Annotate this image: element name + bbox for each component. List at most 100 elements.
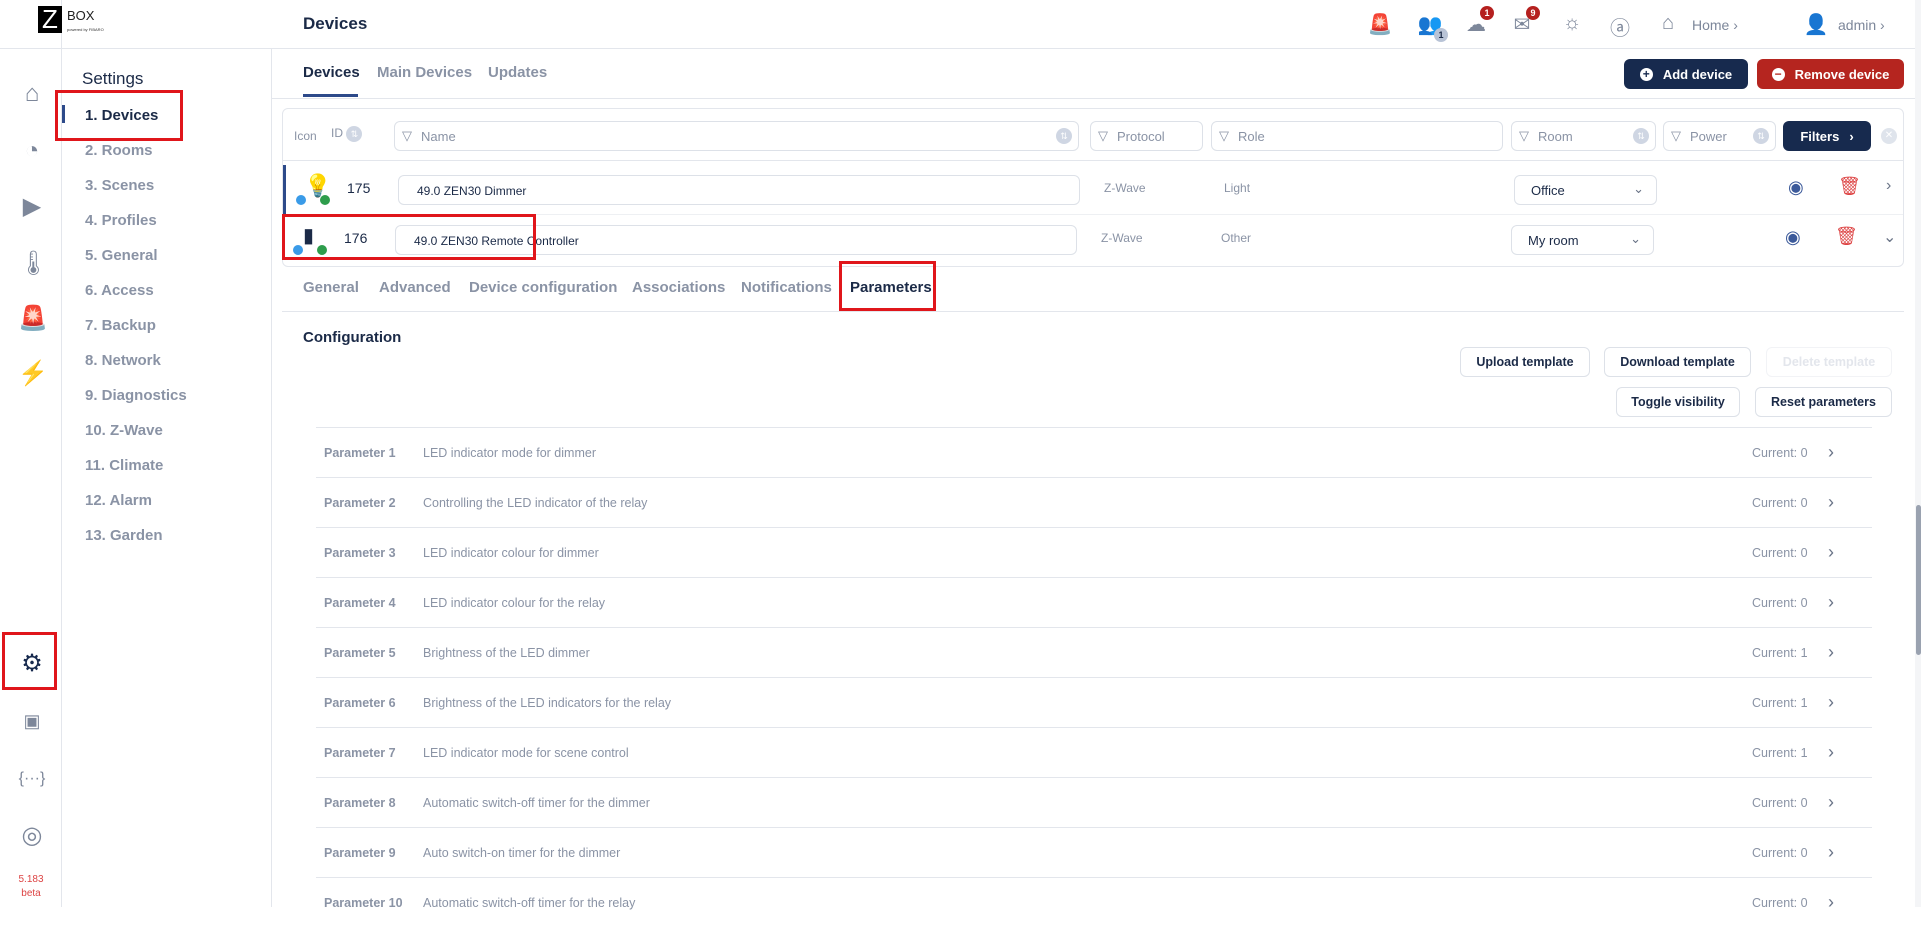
toggle-visibility-button[interactable]: Toggle visibility — [1616, 387, 1740, 417]
subtab-notifications[interactable]: Notifications — [741, 279, 832, 296]
add-device-button[interactable]: + Add device — [1624, 59, 1748, 89]
chevron-right-icon[interactable]: › — [1828, 742, 1834, 763]
alarm-icon[interactable]: 🚨 — [1366, 12, 1394, 36]
protocol-filter-input[interactable]: ▽ Protocol — [1090, 121, 1203, 151]
terminal-icon[interactable]: ▣ — [18, 707, 46, 735]
download-template-button[interactable]: Download template — [1604, 347, 1751, 377]
room-filter-input[interactable]: ▽ Room ⇅ — [1511, 121, 1656, 151]
parameter-current: Current: 1 — [1752, 746, 1808, 760]
users-badge: 1 — [1434, 28, 1448, 42]
energy-icon[interactable]: ⚡ — [18, 360, 48, 388]
mail-icon[interactable]: ✉ 9 — [1508, 6, 1540, 36]
chevron-right-icon[interactable]: › — [1828, 842, 1834, 863]
room-select[interactable]: Office ⌄ — [1514, 175, 1657, 205]
alarm-icon[interactable]: 🚨 — [18, 305, 48, 333]
sidebar-item-scenes[interactable]: 3. Scenes — [85, 177, 154, 194]
thermometer-icon[interactable]: 🌡 — [18, 250, 48, 278]
chevron-right-icon[interactable]: › — [1828, 442, 1834, 463]
parameter-row[interactable]: Parameter 1 LED indicator mode for dimmer… — [316, 427, 1872, 477]
home-link[interactable]: Home › — [1692, 17, 1738, 33]
trash-icon[interactable]: 🗑 — [1838, 176, 1861, 197]
sidebar-item-rooms[interactable]: 2. Rooms — [85, 142, 153, 159]
parameter-row[interactable]: Parameter 6 Brightness of the LED indicat… — [316, 677, 1872, 727]
parameter-row[interactable]: Parameter 9 Auto switch-on timer for the … — [316, 827, 1872, 877]
filters-button[interactable]: Filters › — [1783, 121, 1871, 151]
sidebar-item-climate[interactable]: 11. Climate — [85, 457, 163, 474]
sidebar-item-network[interactable]: 8. Network — [85, 352, 161, 369]
chevron-right-icon[interactable]: › — [1828, 792, 1834, 813]
room-select[interactable]: My room ⌄ — [1511, 225, 1654, 255]
play-icon[interactable]: ▶ — [18, 193, 46, 221]
collapse-icon[interactable]: ⓐ — [1606, 12, 1634, 40]
parameter-row[interactable]: Parameter 3 LED indicator colour for dimm… — [316, 527, 1872, 577]
trash-icon[interactable]: 🗑 — [1835, 226, 1858, 247]
support-icon[interactable]: ◎ — [18, 822, 46, 850]
sidebar-item-profiles[interactable]: 4. Profiles — [85, 212, 157, 229]
chevron-down-icon[interactable]: ⌄ — [1883, 227, 1896, 247]
sidebar-item-devices[interactable]: 1. Devices — [85, 107, 158, 124]
clear-filters-icon[interactable]: ✕ — [1881, 128, 1897, 144]
sun-icon[interactable]: ☼ — [1558, 12, 1586, 36]
home-icon[interactable]: ⌂ — [1654, 12, 1682, 36]
sidebar-item-zwave[interactable]: 10. Z-Wave — [85, 422, 163, 439]
sort-icon[interactable]: ⇅ — [1753, 128, 1769, 144]
sidebar-item-general[interactable]: 5. General — [85, 247, 158, 264]
parameter-row[interactable]: Parameter 2 Controlling the LED indicator… — [316, 477, 1872, 527]
chevron-right-icon[interactable]: › — [1828, 692, 1834, 713]
sort-icon[interactable]: ⇅ — [1056, 128, 1072, 144]
parameter-row[interactable]: Parameter 4 LED indicator colour for the … — [316, 577, 1872, 627]
role-filter-input[interactable]: ▽ Role — [1211, 121, 1503, 151]
subtab-parameters[interactable]: Parameters — [850, 279, 932, 296]
scrollbar-track[interactable] — [1915, 0, 1921, 907]
reset-parameters-button[interactable]: Reset parameters — [1755, 387, 1892, 417]
delete-template-button: Delete template — [1766, 347, 1892, 377]
power-filter-input[interactable]: ▽ Power ⇅ — [1663, 121, 1776, 151]
eye-icon[interactable]: ◉ — [1788, 177, 1804, 198]
tab-updates[interactable]: Updates — [488, 64, 547, 81]
table-row[interactable]: 💡 175 49.0 ZEN30 Dimmer Z-Wave Light Off… — [283, 165, 1903, 214]
chevron-right-icon[interactable]: › — [1886, 177, 1891, 195]
parameter-row[interactable]: Parameter 7 LED indicator mode for scene … — [316, 727, 1872, 777]
upload-template-button[interactable]: Upload template — [1460, 347, 1590, 377]
chevron-right-icon[interactable]: › — [1828, 492, 1834, 513]
user-icon[interactable]: 👤 — [1802, 12, 1830, 36]
cloud-download-icon[interactable]: ☁ 1 — [1462, 6, 1494, 36]
chevron-right-icon[interactable]: › — [1828, 642, 1834, 663]
user-menu[interactable]: admin › — [1838, 17, 1885, 33]
device-name-input[interactable]: 49.0 ZEN30 Remote Controller — [395, 225, 1077, 255]
remove-device-button[interactable]: − Remove device — [1757, 59, 1904, 89]
settings-icon[interactable]: ⚙ — [18, 650, 46, 678]
eye-icon[interactable]: ◉ — [1785, 227, 1801, 248]
parameter-row[interactable]: Parameter 10 Automatic switch-off timer f… — [316, 877, 1872, 927]
scrollbar-thumb[interactable] — [1916, 505, 1921, 655]
zbox-logo[interactable]: Z BOX powered by FIBARO — [38, 6, 124, 36]
tab-devices[interactable]: Devices — [303, 64, 360, 81]
device-name-input[interactable]: 49.0 ZEN30 Dimmer — [398, 175, 1080, 205]
subtab-general[interactable]: General — [303, 279, 359, 296]
parameter-row[interactable]: Parameter 8 Automatic switch-off timer fo… — [316, 777, 1872, 827]
sidebar-item-backup[interactable]: 7. Backup — [85, 317, 156, 334]
chevron-right-icon[interactable]: › — [1828, 542, 1834, 563]
sidebar-item-garden[interactable]: 13. Garden — [85, 527, 163, 544]
scheduler-icon[interactable]: ◔ — [18, 137, 46, 165]
chevron-down-icon: ⌄ — [1630, 231, 1641, 246]
api-icon[interactable]: {···} — [18, 765, 46, 793]
id-column-sort[interactable]: ID ⇅ — [331, 126, 363, 142]
name-filter-input[interactable]: ▽ Name ⇅ — [394, 121, 1079, 151]
sidebar-item-diagnostics[interactable]: 9. Diagnostics — [85, 387, 187, 404]
tab-main-devices[interactable]: Main Devices — [377, 64, 472, 81]
subtab-associations[interactable]: Associations — [632, 279, 725, 296]
users-icon[interactable]: 👥 1 — [1416, 12, 1448, 42]
parameter-row[interactable]: Parameter 5 Brightness of the LED dimmer C… — [316, 627, 1872, 677]
sort-icon[interactable]: ⇅ — [1633, 128, 1649, 144]
active-indicator — [62, 105, 65, 123]
subtab-device-configuration[interactable]: Device configuration — [469, 279, 617, 296]
home-icon[interactable]: ⌂ — [18, 80, 46, 108]
sidebar-item-access[interactable]: 6. Access — [85, 282, 154, 299]
chevron-right-icon[interactable]: › — [1828, 592, 1834, 613]
table-row[interactable]: ▮ 176 49.0 ZEN30 Remote Controller Z-Wav… — [283, 214, 1903, 266]
subtab-advanced[interactable]: Advanced — [379, 279, 451, 296]
filter-icon: ▽ — [1671, 128, 1681, 143]
chevron-right-icon[interactable]: › — [1828, 892, 1834, 913]
sidebar-item-alarm[interactable]: 12. Alarm — [85, 492, 152, 509]
